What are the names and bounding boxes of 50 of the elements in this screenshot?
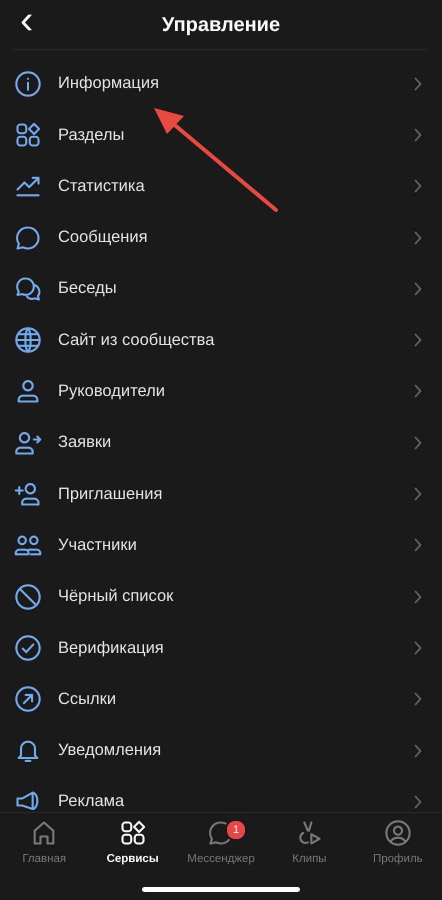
menu-item[interactable]: Участники xyxy=(0,520,442,571)
chevron-icon xyxy=(414,179,422,194)
profile-icon xyxy=(384,819,412,847)
back-button[interactable]: ‹ xyxy=(14,2,40,38)
chevron-icon xyxy=(414,692,422,706)
tab-bar-item[interactable]: Главная xyxy=(0,819,88,869)
grid-icon xyxy=(118,819,147,847)
menu-item[interactable]: Руководители xyxy=(0,366,442,418)
tab-bar-item[interactable]: Сервисы xyxy=(88,819,177,869)
menu-item[interactable]: Реклама xyxy=(0,776,442,812)
menu-item[interactable]: Приглашения xyxy=(0,468,442,520)
block-icon xyxy=(14,582,42,611)
menu-item[interactable]: Чёрный список xyxy=(0,570,442,622)
menu-item[interactable]: Уведомления xyxy=(0,724,442,776)
globe-icon xyxy=(14,326,42,354)
chevron-icon xyxy=(414,487,422,502)
menu-item[interactable]: Заявки xyxy=(0,417,442,468)
info-icon xyxy=(14,70,42,98)
chevron-icon xyxy=(414,744,422,758)
menu-item[interactable]: Беседы xyxy=(0,263,442,314)
tab-bar-item[interactable]: Мессенджер 1 xyxy=(176,819,266,869)
chevron-icon xyxy=(414,128,422,142)
chevron-icon xyxy=(414,76,422,91)
chevron-icon xyxy=(414,333,422,348)
page-title: Управление xyxy=(162,12,280,38)
chevron-icon xyxy=(414,640,422,655)
tab-bar-item[interactable]: Профиль xyxy=(354,819,442,869)
arrow-circle-icon xyxy=(14,685,42,714)
menu-item[interactable]: Статистика xyxy=(0,160,442,212)
tab-bar-item[interactable]: Клипы xyxy=(265,819,354,869)
chevron-icon xyxy=(414,282,422,296)
notification-badge: 1 xyxy=(225,819,248,841)
home-indicator[interactable] xyxy=(142,887,300,892)
chats-icon xyxy=(14,274,42,303)
person-add-icon xyxy=(14,480,42,508)
menu-item[interactable]: Информация xyxy=(0,58,442,110)
chevron-icon xyxy=(414,436,422,450)
chevron-icon xyxy=(414,794,422,809)
chevron-icon xyxy=(414,230,422,245)
chat-icon xyxy=(14,224,42,252)
menu-item[interactable]: Верификация xyxy=(0,622,442,674)
menu-item[interactable]: Ссылки xyxy=(0,674,442,725)
check-circle-icon xyxy=(14,634,42,662)
menu-item[interactable]: Разделы xyxy=(0,109,442,161)
menu-item[interactable]: Сайт из сообщества xyxy=(0,314,442,366)
chevron-icon xyxy=(414,538,422,552)
menu-item[interactable]: Сообщения xyxy=(0,212,442,264)
grid-icon xyxy=(14,120,42,149)
chevron-icon xyxy=(414,590,422,604)
chevron-icon xyxy=(414,384,422,398)
